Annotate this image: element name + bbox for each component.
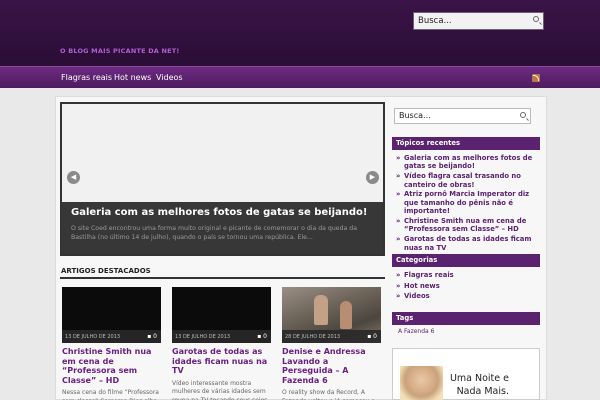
recent-post-link[interactable]: Vídeo flagra casal trasando no canteiro … [396, 172, 538, 189]
card-thumbnail[interactable]: 13 DE JULHO DE 2013 ▪ 0 [62, 287, 161, 343]
featured-heading: ARTIGOS DESTACADOS [61, 267, 151, 275]
chevron-left-icon[interactable]: ◀ [67, 171, 80, 184]
slider-caption: Galeria com as melhores fotos de gatas s… [62, 202, 383, 254]
card-title[interactable]: Garotas de todas as idades ficam nuas na… [172, 347, 271, 376]
search-icon[interactable] [533, 16, 539, 22]
card-thumbnail[interactable]: 13 DE JULHO DE 2013 ▪ 0 [172, 287, 271, 343]
category-link[interactable]: Videos [396, 291, 538, 302]
ad-text[interactable]: Uma Noite e Nada Mais. [429, 372, 509, 398]
sidebar-search-input[interactable]: Busca... [394, 108, 531, 124]
card-thumbnail[interactable]: 28 DE JULHO DE 2013 ▪ 0 [282, 287, 381, 343]
categories-title: Categorias [392, 254, 540, 267]
slider-title[interactable]: Galeria com as melhores fotos de gatas s… [71, 207, 367, 218]
header-search-input[interactable]: Busca... [413, 12, 544, 30]
card-excerpt: Nessa cena do filme “Professora sem clas… [62, 389, 159, 400]
recent-posts-list: Galeria com as melhores fotos de gatas s… [396, 154, 538, 253]
search-icon[interactable] [520, 112, 526, 118]
recent-posts-title: Tópicos recentes [392, 137, 540, 150]
rss-icon[interactable] [532, 74, 540, 82]
card-date: 28 DE JULHO DE 2013 ▪ 0 [282, 330, 381, 343]
main-nav: Flagras reais Hot news Videos [0, 66, 600, 88]
site-header: O BLOG MAIS PICANTE DA NET! Busca... [0, 0, 600, 66]
category-link[interactable]: Flagras reais [396, 270, 538, 281]
featured-divider [60, 277, 385, 279]
header-search-placeholder: Busca... [418, 16, 452, 26]
featured-card: 28 DE JULHO DE 2013 ▪ 0 Denise e Andress… [282, 287, 381, 400]
featured-slider[interactable]: ◀ ▶ Galeria com as melhores fotos de gat… [60, 102, 385, 256]
tag-link[interactable]: A Fazenda 6 [398, 328, 434, 335]
nav-item-flagras-reais[interactable]: Flagras reais [61, 73, 112, 82]
recent-post-link[interactable]: Atriz pornô Marcia Imperator diz que tam… [396, 190, 538, 215]
card-date-text: 28 DE JULHO DE 2013 [285, 334, 341, 340]
recent-post-link[interactable]: Christine Smith nua em cena de “Professo… [396, 217, 538, 234]
card-date-text: 13 DE JULHO DE 2013 [65, 334, 121, 340]
card-excerpt: O reality show da Record, A Fazenda volt… [282, 389, 375, 400]
card-title[interactable]: Denise e Andressa Lavando a Perseguida –… [282, 347, 381, 385]
card-excerpt: Vídeo interessante mostra mulheres de vá… [172, 379, 270, 400]
comment-count-value: 0 [153, 333, 157, 340]
chevron-right-icon[interactable]: ▶ [366, 171, 379, 184]
card-title[interactable]: Christine Smith nua em cena de “Professo… [62, 347, 161, 385]
comment-count[interactable]: ▪ 0 [147, 333, 157, 340]
card-date: 13 DE JULHO DE 2013 ▪ 0 [62, 330, 161, 343]
comment-count[interactable]: ▪ 0 [367, 333, 377, 340]
categories-list: Flagras reais Hot news Videos [396, 270, 538, 302]
recent-post-link[interactable]: Galeria com as melhores fotos de gatas s… [396, 154, 538, 171]
site-tagline: O BLOG MAIS PICANTE DA NET! [60, 47, 180, 55]
card-date-text: 13 DE JULHO DE 2013 [175, 334, 231, 340]
featured-card: 13 DE JULHO DE 2013 ▪ 0 Christine Smith … [62, 287, 161, 400]
comment-count-value: 0 [373, 333, 377, 340]
sidebar-search-placeholder: Busca... [399, 111, 431, 120]
nav-item-videos[interactable]: Videos [156, 73, 183, 82]
comment-count[interactable]: ▪ 0 [257, 333, 267, 340]
comment-count-value: 0 [263, 333, 267, 340]
slider-excerpt: O site Coed encontrou uma forma muito or… [71, 225, 357, 241]
category-link[interactable]: Hot news [396, 281, 538, 292]
tags-title: Tags [392, 312, 540, 325]
card-date: 13 DE JULHO DE 2013 ▪ 0 [172, 330, 271, 343]
sidebar-ad[interactable]: Uma Noite e Nada Mais. [392, 348, 540, 400]
featured-card: 13 DE JULHO DE 2013 ▪ 0 Garotas de todas… [172, 287, 271, 400]
nav-item-hot-news[interactable]: Hot news [114, 73, 151, 82]
recent-post-link[interactable]: Garotas de todas as idades ficam nuas na… [396, 235, 538, 252]
